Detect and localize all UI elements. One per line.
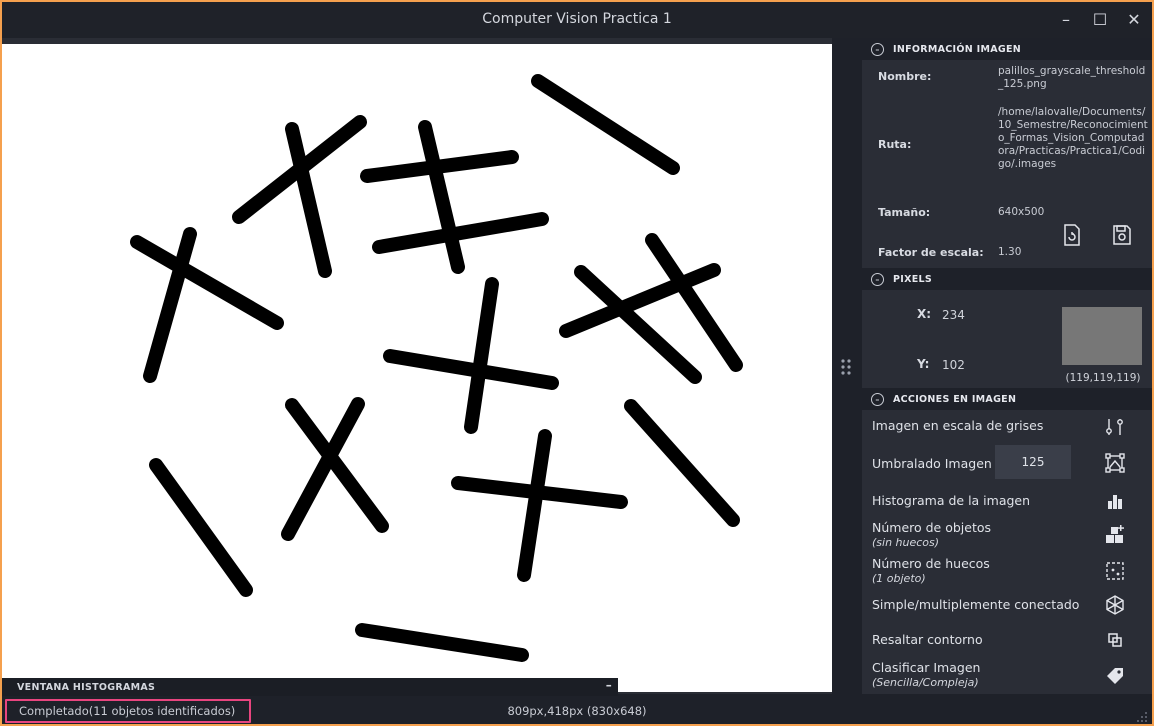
scale-label: Factor de escala: (878, 246, 984, 259)
y-label: Y: (917, 357, 930, 371)
collapse-icon[interactable]: – (871, 393, 884, 406)
actions-section-header[interactable]: – ACCIONES EN IMAGEN (862, 390, 1152, 410)
collapse-icon[interactable]: – (871, 43, 884, 56)
image-canvas[interactable] (2, 44, 832, 692)
contour-label: Resaltar contorno (872, 632, 983, 647)
objects-sublabel: (sin huecos) (872, 536, 940, 549)
pixels-section-title: PIXELS (893, 274, 933, 285)
histogram-icon[interactable] (1104, 490, 1126, 512)
objects-icon[interactable] (1104, 524, 1126, 546)
path-value: /home/lalovalle/Documents/10_Semestre/Re… (998, 106, 1148, 170)
scale-value: 1.30 (998, 246, 1022, 258)
stick-6 (531, 74, 680, 175)
connected-action[interactable]: Simple/multiplemente conectado (862, 590, 1152, 618)
grayscale-icon[interactable] (1104, 416, 1126, 438)
objects-label: Número de objetos (872, 520, 992, 535)
minimize-button[interactable]: – (1053, 8, 1079, 32)
holes-action[interactable]: Número de huecos (1 objeto) (862, 552, 1152, 588)
holes-label: Número de huecos (872, 556, 990, 571)
actions-section-title: ACCIONES EN IMAGEN (893, 394, 1017, 405)
collapse-icon[interactable]: – (871, 273, 884, 286)
x-label: X: (917, 307, 932, 321)
tag-icon[interactable] (1104, 664, 1126, 686)
threshold-input[interactable]: 125 (995, 445, 1071, 479)
name-value: palillos_grayscale_threshold_125.png (998, 65, 1146, 90)
holes-icon[interactable] (1104, 560, 1126, 582)
pixels-section-header[interactable]: – PIXELS (862, 270, 1152, 290)
save-icon[interactable] (1112, 224, 1132, 246)
path-label: Ruta: (878, 138, 912, 151)
y-value: 102 (942, 358, 965, 372)
stick-20 (355, 623, 529, 662)
classify-label: Clasificar Imagen (872, 660, 981, 675)
holes-sublabel: (1 objeto) (872, 572, 926, 585)
connected-label: Simple/multiplemente conectado (872, 597, 1080, 612)
app-window: Computer Vision Practica 1 – ☐ ✕ VENTANA… (2, 2, 1152, 724)
stick-16 (624, 399, 740, 527)
info-section-body: Nombre: palillos_grayscale_threshold_125… (862, 60, 1152, 268)
status-bar: Completado(11 objetos identificados) 809… (2, 696, 1152, 724)
stick-10 (464, 277, 499, 434)
histogram-action[interactable]: Histograma de la imagen (862, 486, 1152, 514)
size-value: 640x500 (998, 206, 1045, 218)
info-section-title: INFORMACIÓN IMAGEN (893, 44, 1021, 55)
stick-17 (149, 458, 253, 597)
side-panel: – INFORMACIÓN IMAGEN Nombre: palillos_gr… (862, 38, 1152, 694)
x-value: 234 (942, 308, 965, 322)
connected-icon[interactable] (1104, 594, 1126, 616)
histogram-window-title: VENTANA HISTOGRAMAS (17, 682, 156, 693)
close-button[interactable]: ✕ (1121, 8, 1147, 32)
info-section-header[interactable]: – INFORMACIÓN IMAGEN (862, 40, 1152, 60)
splitter-handle-icon[interactable] (840, 358, 854, 378)
pixel-rgb-value: (119,119,119) (1065, 372, 1141, 384)
objects-action[interactable]: Número de objetos (sin huecos) (862, 516, 1152, 552)
maximize-button[interactable]: ☐ (1087, 8, 1113, 32)
name-label: Nombre: (878, 70, 932, 83)
grayscale-label: Imagen en escala de grises (872, 418, 1044, 433)
resize-grip-icon[interactable] (1136, 708, 1148, 722)
stick-5 (372, 212, 549, 254)
title-bar[interactable]: Computer Vision Practica 1 – ☐ ✕ (2, 2, 1152, 38)
histogram-window-bar[interactable]: VENTANA HISTOGRAMAS – (2, 678, 618, 696)
contour-action[interactable]: Resaltar contorno (862, 626, 1152, 654)
size-label: Tamaño: (878, 206, 931, 219)
window-title: Computer Vision Practica 1 (482, 11, 672, 27)
thresholded-image (130, 74, 743, 662)
stick-7 (130, 235, 284, 330)
stick-4 (418, 120, 465, 274)
classify-action[interactable]: Clasificar Imagen (Sencilla/Compleja) (862, 658, 1152, 694)
stick-19 (517, 429, 552, 582)
threshold-label: Umbralado Imagen (872, 456, 992, 471)
classify-sublabel: (Sencilla/Compleja) (872, 676, 979, 689)
image-viewport[interactable] (2, 38, 832, 694)
cursor-position: 809px,418px (830x648) (507, 704, 647, 718)
pixels-section-body: X: 234 Y: 102 (119,119,119) (862, 290, 1152, 388)
pixel-color-swatch (1062, 307, 1142, 365)
reload-file-icon[interactable] (1062, 224, 1082, 246)
histogram-label: Histograma de la imagen (872, 493, 1031, 508)
histogram-minimize-button[interactable]: – (606, 678, 612, 692)
contour-icon[interactable] (1104, 629, 1126, 651)
threshold-icon[interactable] (1104, 452, 1126, 474)
grayscale-action[interactable]: Imagen en escala de grises (862, 410, 1152, 442)
